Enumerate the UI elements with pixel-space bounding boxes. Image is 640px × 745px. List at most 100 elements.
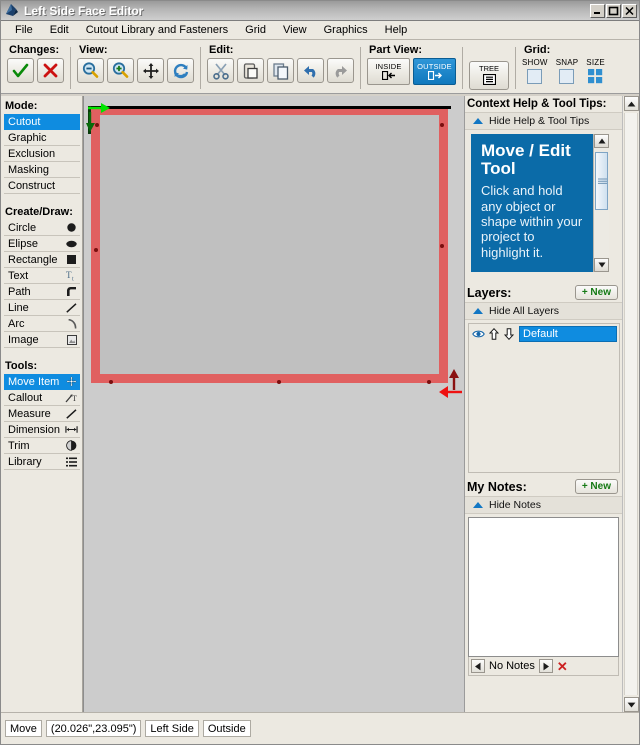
help-card-scrollbar[interactable] <box>593 134 609 272</box>
redo-button[interactable] <box>327 58 354 83</box>
arrow-down-icon[interactable] <box>502 327 515 341</box>
mode-item-label: Exclusion <box>8 147 56 160</box>
menu-view[interactable]: View <box>275 22 316 38</box>
tool-item-trim[interactable]: Trim <box>4 438 80 454</box>
mode-item-graphic[interactable]: Graphic <box>4 130 80 146</box>
tree-label: TREE <box>478 64 499 74</box>
previous-note-button[interactable] <box>471 659 485 673</box>
refresh-button[interactable] <box>167 58 194 83</box>
selected-rectangle[interactable] <box>91 106 448 383</box>
right-panel-scroll-up-button[interactable] <box>624 96 639 111</box>
mode-item-exclusion[interactable]: Exclusion <box>4 146 80 162</box>
menu-graphics[interactable]: Graphics <box>316 22 377 38</box>
tree-button[interactable]: TREE <box>469 60 509 90</box>
minimize-button[interactable] <box>590 3 605 18</box>
help-scroll-down-button[interactable] <box>594 258 609 272</box>
handle-top-left[interactable] <box>95 123 99 127</box>
tool-item-move-item[interactable]: Move Item <box>4 374 80 390</box>
copy-button[interactable] <box>267 58 294 83</box>
right-panel-scrollbar[interactable] <box>622 96 639 712</box>
eye-icon[interactable] <box>472 327 485 341</box>
mode-item-masking[interactable]: Masking <box>4 162 80 178</box>
arrow-up-icon[interactable] <box>487 327 500 341</box>
layer-name-field[interactable]: Default <box>519 326 617 342</box>
toolbar-group-view: View: <box>71 42 200 94</box>
grid-snap-control[interactable]: SNAP <box>556 58 579 84</box>
close-button[interactable] <box>622 3 637 18</box>
ellipse-icon <box>65 240 78 248</box>
layer-row[interactable]: Default <box>469 324 619 342</box>
create-item-line[interactable]: Line <box>4 300 80 316</box>
grid-size-control[interactable]: SIZE <box>586 58 605 84</box>
create-item-path[interactable]: Path <box>4 284 80 300</box>
create-item-rectangle[interactable]: Rectangle <box>4 252 80 268</box>
tool-item-dimension[interactable]: Dimension <box>4 422 80 438</box>
right-panel-scroll-down-button[interactable] <box>624 697 639 712</box>
menu-cutout-library-and-fasteners[interactable]: Cutout Library and Fasteners <box>78 22 237 38</box>
tool-item-label: Callout <box>8 391 43 404</box>
grid-show-checkbox[interactable] <box>527 69 543 84</box>
create-item-label: Path <box>8 285 31 298</box>
next-note-button[interactable] <box>538 659 553 673</box>
status-bar: Move (20.026",23.095") Left Side Outside <box>1 712 639 744</box>
hide-all-layers-label: Hide All Layers <box>489 305 560 317</box>
part-view-inside-button[interactable]: INSIDE <box>367 58 410 85</box>
part-view-outside-button[interactable]: OUTSIDE <box>413 58 456 85</box>
handle-bottom-mid[interactable] <box>277 380 281 384</box>
layers-list[interactable]: Default <box>468 323 620 473</box>
menu-edit[interactable]: Edit <box>42 22 78 38</box>
mode-item-label: Construct <box>8 179 56 192</box>
create-item-elipse[interactable]: Elipse <box>4 236 80 252</box>
hide-all-layers-toggle[interactable]: Hide All Layers <box>465 302 622 320</box>
reject-changes-button[interactable] <box>37 58 64 83</box>
handle-mid-left[interactable] <box>94 248 98 252</box>
notes-textarea[interactable] <box>468 517 619 657</box>
mode-item-construct[interactable]: Construct <box>4 178 80 194</box>
paste-button[interactable] <box>237 58 264 83</box>
help-scroll-up-button[interactable] <box>594 134 609 148</box>
grid-show-control[interactable]: SHOW <box>522 58 548 84</box>
origin-direction-arrows <box>86 103 110 132</box>
mode-item-label: Cutout <box>8 115 41 128</box>
path-icon <box>65 286 78 297</box>
handle-bottom-right[interactable] <box>427 380 431 384</box>
pan-button[interactable] <box>137 58 164 83</box>
hide-help-label: Hide Help & Tool Tips <box>489 115 590 127</box>
handle-bottom-left[interactable] <box>109 380 113 384</box>
menu-help[interactable]: Help <box>377 22 417 38</box>
create-item-arc[interactable]: Arc <box>4 316 80 332</box>
create-item-text[interactable]: Text T t <box>4 268 80 284</box>
mode-item-cutout[interactable]: Cutout <box>4 114 80 130</box>
menu-grid[interactable]: Grid <box>237 22 275 38</box>
hide-help-toggle[interactable]: Hide Help & Tool Tips <box>465 112 622 130</box>
help-scroll-thumb[interactable] <box>595 152 608 210</box>
tool-item-callout[interactable]: Callout T <box>4 390 80 406</box>
drawing-canvas[interactable] <box>83 96 464 712</box>
handle-top-right[interactable] <box>440 123 444 127</box>
new-note-button[interactable]: + New <box>574 479 618 494</box>
undo-button[interactable] <box>297 58 324 83</box>
window-buttons <box>590 3 637 18</box>
create-item-image[interactable]: Image <box>4 332 80 348</box>
help-card-title: Move / Edit Tool <box>481 141 571 179</box>
zoom-in-button[interactable] <box>107 58 134 83</box>
right-panel-scroll-track[interactable] <box>624 113 638 695</box>
tool-item-measure[interactable]: Measure <box>4 406 80 422</box>
dimension-icon <box>65 425 78 434</box>
maximize-button[interactable] <box>606 3 621 18</box>
handle-mid-right[interactable] <box>440 244 444 248</box>
zoom-out-button[interactable] <box>77 58 104 83</box>
view-group-label: View: <box>79 44 108 56</box>
new-layer-button[interactable]: + New <box>574 285 618 300</box>
red-x-icon[interactable]: ✕ <box>557 660 568 673</box>
tool-item-library[interactable]: Library <box>4 454 80 470</box>
accept-changes-button[interactable] <box>7 58 34 83</box>
grid-snap-checkbox[interactable] <box>559 69 575 84</box>
menu-file[interactable]: File <box>7 22 42 38</box>
create-item-circle[interactable]: Circle <box>4 220 80 236</box>
toolbar-group-part-view: Part View: INSIDE OUTSIDE <box>361 42 462 94</box>
chevron-up-icon <box>473 502 483 508</box>
cut-button[interactable] <box>207 58 234 83</box>
hide-notes-toggle[interactable]: Hide Notes <box>465 496 622 514</box>
